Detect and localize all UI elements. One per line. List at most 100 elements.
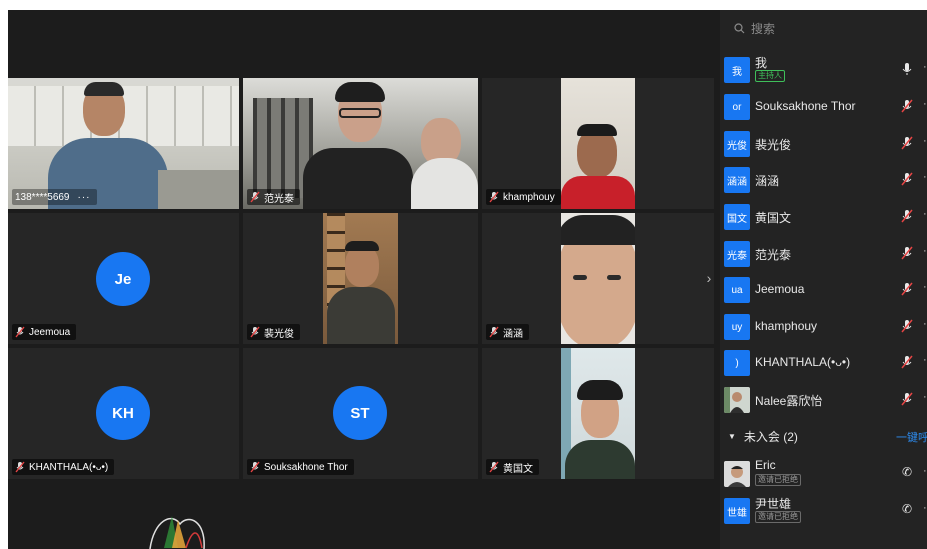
participant-avatar: 国文 bbox=[724, 204, 750, 230]
pending-participant-row[interactable]: Eric 邀请已拒绝 ✆ ··· bbox=[720, 455, 927, 491]
participant-name-tag: Jeemoua bbox=[12, 324, 77, 340]
more-options-icon[interactable]: ··· bbox=[923, 98, 927, 110]
participant-name: 裴光俊 bbox=[264, 328, 294, 340]
meeting-window: 138****5669 ··· 范光泰 khamphouy Je Jeemoua… bbox=[8, 10, 927, 549]
mic-muted-icon[interactable] bbox=[901, 319, 913, 333]
participant-video bbox=[561, 78, 635, 209]
pending-participant-row[interactable]: 世雄 尹世雄 邀请已拒绝 ✆ ··· bbox=[720, 492, 927, 528]
participant-name: Jeemoua bbox=[29, 326, 71, 338]
participant-name: Souksakhone Thor bbox=[755, 99, 856, 113]
participant-row[interactable]: ) KHANTHALA(•ᴗ•) ··· bbox=[720, 344, 927, 380]
video-tile[interactable]: khamphouy bbox=[482, 78, 714, 209]
video-tile[interactable]: 范光泰 bbox=[243, 78, 478, 209]
more-options-icon[interactable]: ··· bbox=[923, 354, 927, 366]
participant-name: Nalee露欣怡 bbox=[755, 394, 823, 408]
participant-name: 范光泰 bbox=[755, 248, 792, 262]
mic-muted-icon[interactable] bbox=[901, 246, 913, 260]
participant-name: KHANTHALA(•ᴗ•) bbox=[755, 355, 851, 369]
mic-muted-icon[interactable] bbox=[901, 209, 913, 223]
video-tile[interactable]: 138****5669 ··· bbox=[8, 78, 239, 209]
mic-muted-icon bbox=[250, 326, 260, 338]
participant-name-tag: 138****5669 ··· bbox=[12, 189, 97, 205]
participant-name-tag: Souksakhone Thor bbox=[247, 459, 354, 475]
more-options-icon[interactable]: ··· bbox=[923, 61, 927, 73]
mic-muted-icon[interactable] bbox=[901, 355, 913, 369]
participant-row[interactable]: 涵涵 涵涵 ··· bbox=[720, 161, 927, 197]
next-page-arrow-icon[interactable]: › bbox=[702, 266, 716, 290]
participant-video bbox=[323, 213, 398, 344]
not-joined-label: 未入会 (2) bbox=[743, 429, 798, 444]
mic-muted-icon bbox=[250, 191, 260, 203]
participant-name-tag: KHANTHALA(•ᴗ•) bbox=[12, 459, 115, 475]
participant-name-tag: 涵涵 bbox=[486, 324, 529, 340]
more-options-icon[interactable]: ··· bbox=[923, 391, 927, 403]
mic-muted-icon[interactable] bbox=[901, 392, 913, 406]
phone-call-icon[interactable]: ✆ bbox=[902, 465, 912, 479]
more-options-icon[interactable]: ··· bbox=[923, 171, 927, 183]
participant-avatar: ST bbox=[333, 386, 387, 440]
host-badge: 主持人 bbox=[755, 70, 785, 82]
video-tile[interactable]: Je Jeemoua bbox=[8, 213, 239, 344]
mic-muted-icon bbox=[15, 326, 25, 338]
participant-avatar: or bbox=[724, 94, 750, 120]
participant-avatar: ua bbox=[724, 277, 750, 303]
participant-name: 我 bbox=[755, 56, 768, 70]
mic-muted-icon bbox=[489, 461, 499, 473]
participant-avatar: KH bbox=[96, 386, 150, 440]
more-options-icon[interactable]: ··· bbox=[923, 318, 927, 330]
more-options-icon[interactable]: ··· bbox=[78, 192, 91, 203]
participant-row[interactable]: Nalee露欣怡 ··· bbox=[720, 381, 927, 417]
participant-avatar bbox=[724, 461, 750, 487]
search-input[interactable]: 搜索 bbox=[751, 20, 775, 37]
video-tile[interactable]: 黄国文 bbox=[482, 348, 714, 479]
participant-name-tag: khamphouy bbox=[486, 189, 561, 205]
mic-muted-icon[interactable] bbox=[901, 172, 913, 186]
mic-muted-icon bbox=[489, 191, 499, 203]
more-options-icon[interactable]: ··· bbox=[923, 502, 927, 514]
video-tile[interactable]: ST Souksakhone Thor bbox=[243, 348, 478, 479]
mic-muted-icon[interactable] bbox=[901, 136, 913, 150]
video-grid: 138****5669 ··· 范光泰 khamphouy Je Jeemoua… bbox=[8, 10, 720, 549]
more-options-icon[interactable]: ··· bbox=[923, 465, 927, 477]
participant-avatar: ) bbox=[724, 350, 750, 376]
participant-row[interactable]: 光泰 范光泰 ··· bbox=[720, 235, 927, 271]
video-tile[interactable]: 涵涵 bbox=[482, 213, 714, 344]
more-options-icon[interactable]: ··· bbox=[923, 245, 927, 257]
participant-name: 涵涵 bbox=[503, 328, 523, 340]
participant-name-tag: 裴光俊 bbox=[247, 324, 300, 340]
phone-call-icon[interactable]: ✆ bbox=[902, 502, 912, 516]
more-options-icon[interactable]: ··· bbox=[923, 135, 927, 147]
participant-row[interactable]: ua Jeemoua ··· bbox=[720, 271, 927, 307]
invite-status-badge: 邀请已拒绝 bbox=[755, 474, 801, 486]
participant-row[interactable]: or Souksakhone Thor ··· bbox=[720, 88, 927, 124]
mic-muted-icon[interactable] bbox=[901, 282, 913, 296]
video-tile[interactable]: KH KHANTHALA(•ᴗ•) bbox=[8, 348, 239, 479]
participant-video bbox=[561, 213, 635, 344]
search-bar[interactable]: 搜索 bbox=[726, 16, 927, 40]
participant-name: 裴光俊 bbox=[755, 138, 792, 152]
video-tile[interactable]: 裴光俊 bbox=[243, 213, 478, 344]
participant-row[interactable]: uy khamphouy ··· bbox=[720, 308, 927, 344]
participant-name: Eric bbox=[755, 458, 776, 472]
participant-avatar: 光俊 bbox=[724, 131, 750, 157]
participant-name: KHANTHALA(•ᴗ•) bbox=[29, 461, 109, 473]
participant-avatar: Je bbox=[96, 252, 150, 306]
participant-row[interactable]: 国文 黄国文 ··· bbox=[720, 198, 927, 234]
mic-muted-icon bbox=[489, 326, 499, 338]
more-options-icon[interactable]: ··· bbox=[923, 281, 927, 293]
call-all-button[interactable]: 一键呼叫 bbox=[896, 429, 927, 445]
participant-panel: 搜索 我 我 主持人 ··· or Souksakhone Thor ··· 光… bbox=[720, 10, 927, 549]
participant-name-tag: 黄国文 bbox=[486, 459, 539, 475]
participant-row[interactable]: 我 我 主持人 ··· bbox=[720, 51, 927, 87]
participant-avatar: 我 bbox=[724, 57, 750, 83]
mic-muted-icon[interactable] bbox=[901, 99, 913, 113]
participant-name: khamphouy bbox=[503, 191, 555, 203]
participant-name: 涵涵 bbox=[755, 174, 780, 188]
more-options-icon[interactable]: ··· bbox=[923, 208, 927, 220]
participant-name: Souksakhone Thor bbox=[264, 461, 348, 473]
participant-avatar: uy bbox=[724, 314, 750, 340]
participant-avatar: 世雄 bbox=[724, 498, 750, 524]
mic-icon[interactable] bbox=[901, 62, 913, 76]
shared-content-thumbnail bbox=[142, 510, 212, 549]
participant-row[interactable]: 光俊 裴光俊 ··· bbox=[720, 125, 927, 161]
